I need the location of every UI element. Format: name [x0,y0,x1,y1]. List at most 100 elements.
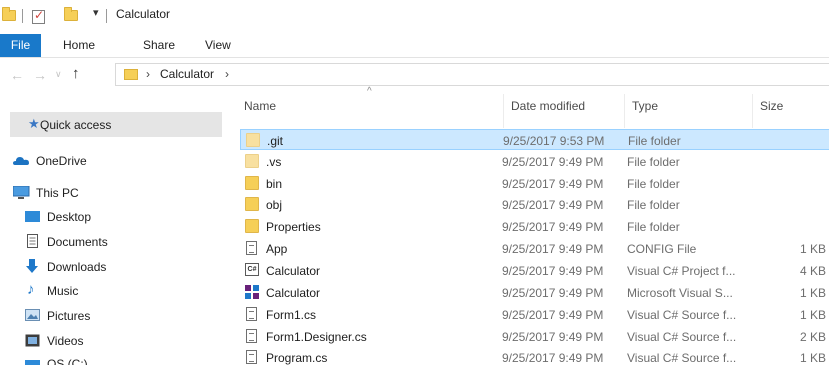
file-size: 1 KB [799,242,826,256]
table-row[interactable]: Properties 9/25/2017 9:49 PM File folder [240,216,829,237]
table-row[interactable]: obj 9/25/2017 9:49 PM File folder [240,194,829,215]
sidebar-item-music[interactable]: ♪ Music [0,280,222,302]
column-header-type[interactable]: Type [632,99,658,129]
file-date: 9/25/2017 9:49 PM [502,198,604,212]
file-date: 9/25/2017 9:49 PM [502,351,604,365]
folder-icon [245,219,259,233]
star-icon: ★ [28,116,40,131]
column-divider[interactable] [624,94,625,128]
sidebar-item-quick-access[interactable]: ★ Quick access [10,112,222,137]
sidebar-item-label: Quick access [40,118,112,132]
table-row[interactable]: Form1.Designer.cs 9/25/2017 9:49 PM Visu… [240,326,829,347]
folder-icon [124,69,138,80]
column-divider[interactable] [503,94,504,128]
file-name: Form1.cs [266,308,317,322]
column-header-size[interactable]: Size [760,99,783,129]
file-date: 9/25/2017 9:49 PM [502,177,604,191]
sidebar-item-downloads[interactable]: Downloads [0,256,222,278]
computer-icon [13,186,30,199]
csharp-project-icon: C# [245,263,259,276]
column-header-name[interactable]: Name [244,99,276,129]
new-folder-icon[interactable] [64,7,78,21]
tab-view[interactable]: View [205,34,231,57]
sidebar-item-documents[interactable]: Documents [0,231,222,253]
visual-studio-solution-icon [245,285,259,299]
csharp-source-icon [246,307,257,321]
sidebar-item-label: Pictures [47,309,91,323]
file-name: .vs [266,155,282,169]
file-size: 1 KB [799,308,826,322]
tab-share[interactable]: Share [143,34,175,57]
sidebar-item-label: Videos [47,334,84,348]
sidebar-item-os-drive[interactable]: OS (C:) [0,352,222,365]
sidebar-item-label: OS (C:) [47,357,88,365]
sidebar-item-label: Desktop [47,210,92,224]
file-name: obj [266,198,283,212]
address-bar[interactable]: › Calculator › [115,63,829,86]
table-row[interactable]: App 9/25/2017 9:49 PM CONFIG File 1 KB [240,238,829,259]
breadcrumb-item[interactable]: Calculator [160,67,214,81]
ribbon-tabs: File Home Share View [0,34,829,58]
file-name: Properties [266,220,321,234]
tab-home[interactable]: Home [63,34,95,57]
file-date: 9/25/2017 9:53 PM [503,134,605,148]
file-type: Visual C# Source f... [627,351,737,365]
separator [22,9,23,23]
separator [106,9,107,23]
forward-arrow-icon[interactable]: → [33,67,47,83]
recent-locations-chevron-icon[interactable]: ∨ [55,69,62,80]
file-type: File folder [627,220,680,234]
drive-icon [25,360,40,365]
folder-icon [245,197,259,211]
table-row[interactable]: .git 9/25/2017 9:53 PM File folder [240,129,829,150]
folder-icon[interactable] [2,7,16,21]
file-date: 9/25/2017 9:49 PM [502,220,604,234]
file-size: 1 KB [799,351,826,365]
properties-icon[interactable] [32,8,45,24]
sidebar-item-label: Downloads [47,260,107,274]
folder-icon [245,176,259,190]
documents-icon [27,234,38,248]
desktop-icon [25,211,40,222]
sidebar-item-label: OneDrive [36,154,87,168]
file-type: File folder [627,177,680,191]
file-date: 9/25/2017 9:49 PM [502,308,604,322]
sidebar-item-onedrive[interactable]: OneDrive [0,150,222,172]
file-name: Calculator [266,286,321,300]
sidebar-item-this-pc[interactable]: This PC [0,182,222,204]
breadcrumb-chevron-icon[interactable]: › [225,67,229,81]
file-name: App [266,242,288,256]
videos-icon [25,334,40,347]
sort-ascending-icon: ^ [367,86,372,97]
file-type: Visual C# Project f... [627,264,736,278]
table-row[interactable]: .vs 9/25/2017 9:49 PM File folder [240,151,829,172]
sidebar-item-videos[interactable]: Videos [0,330,222,352]
table-row[interactable]: Calculator 9/25/2017 9:49 PM Microsoft V… [240,282,829,303]
file-type: Microsoft Visual S... [627,286,733,300]
tab-file[interactable]: File [0,34,41,57]
csharp-source-icon [246,329,257,343]
table-row[interactable]: Form1.cs 9/25/2017 9:49 PM Visual C# Sou… [240,304,829,325]
customize-quick-access-dropdown[interactable]: ▾ [93,6,99,19]
sidebar-item-desktop[interactable]: Desktop [0,206,222,228]
file-name: Calculator [266,264,321,278]
table-row[interactable]: Program.cs 9/25/2017 9:49 PM Visual C# S… [240,347,829,365]
music-icon: ♪ [27,281,35,298]
file-date: 9/25/2017 9:49 PM [502,264,604,278]
table-row[interactable]: C# Calculator 9/25/2017 9:49 PM Visual C… [240,260,829,281]
up-arrow-icon[interactable]: ↑ [72,65,80,82]
column-divider[interactable] [752,94,753,128]
sidebar-item-pictures[interactable]: Pictures [0,305,222,327]
column-header-date-modified[interactable]: Date modified [511,99,585,129]
breadcrumb-chevron-icon[interactable]: › [146,67,150,81]
file-date: 9/25/2017 9:49 PM [502,242,604,256]
navigation-bar: ← → ∨ ↑ › Calculator › [0,58,829,90]
cloud-icon [13,157,29,165]
file-list: ^ Name Date modified Type Size .git 9/25… [231,86,829,365]
back-arrow-icon[interactable]: ← [10,67,24,83]
table-row[interactable]: bin 9/25/2017 9:49 PM File folder [240,173,829,194]
sidebar-item-label: Documents [47,235,108,249]
file-type: File folder [627,198,680,212]
sidebar-item-label: Music [47,284,79,298]
file-type: CONFIG File [627,242,697,256]
